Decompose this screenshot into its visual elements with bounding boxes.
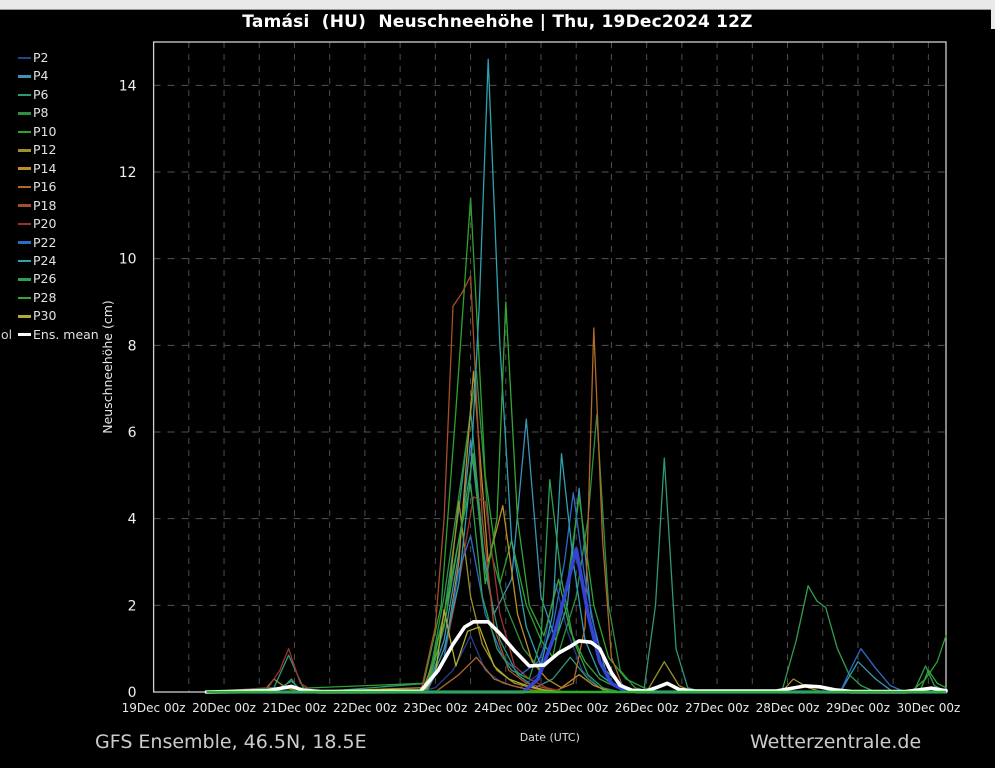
x-tick-label: 29Dec 00z (826, 701, 890, 715)
x-tick-label: 20Dec 00z (192, 701, 256, 715)
ensemble-plume-chart: 0 2 4 6 8 10 12 14 19Dec 00z 20Dec 00z 21Dec 00z 22… (0, 0, 995, 768)
y-tick-label: 6 (128, 425, 137, 441)
x-tick-label: 28Dec 00z (756, 701, 820, 715)
x-tick-label: 22Dec 00z (333, 701, 397, 715)
y-tick-label: 0 (128, 685, 137, 701)
site-watermark: Wetterzentrale.de (750, 731, 921, 753)
x-tick-label: 21Dec 00z (263, 701, 327, 715)
y-tick-label: 4 (128, 512, 137, 528)
y-tick-label: 2 (128, 598, 137, 614)
x-tick-label: 26Dec 00z (615, 701, 679, 715)
plot-frame (154, 42, 946, 692)
x-tick-label: 19Dec 00z (122, 701, 186, 715)
x-tick-label: 23Dec 00z (403, 701, 467, 715)
series-p18 (206, 276, 946, 692)
x-tick-label: 25Dec 00z (544, 701, 608, 715)
x-tick-label: 24Dec 00z (474, 701, 538, 715)
y-tick-label: 12 (119, 165, 137, 181)
x-tick-label: 30Dec 00z (896, 701, 960, 715)
wetterzentrale-ensemble-page: Tamási (HU) Neuschneehöhe | Thu, 19Dec20… (0, 0, 995, 768)
x-tick-label: 27Dec 00z (685, 701, 749, 715)
y-tick-label: 14 (119, 78, 137, 94)
y-tick-label: 10 (119, 252, 137, 268)
y-tick-label: 8 (128, 338, 137, 354)
y-axis-label: Neuschneehöhe (cm) (100, 300, 115, 434)
x-axis-label: Date (UTC) (520, 731, 580, 744)
model-run-caption: GFS Ensemble, 46.5N, 18.5E (95, 731, 367, 753)
